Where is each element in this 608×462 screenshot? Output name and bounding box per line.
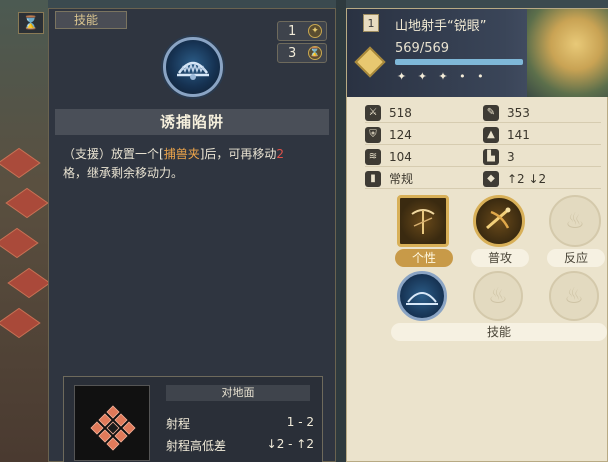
stat-value: 3 [507, 149, 515, 164]
skill-slot-trap[interactable] [397, 271, 447, 321]
speed-icon: ≋ [365, 148, 381, 165]
reaction-slot-empty[interactable]: ♨ [549, 195, 601, 247]
stat-magic-attack: ✎ 353 [483, 103, 601, 123]
sun-element-icon [354, 46, 386, 78]
normal-attack-slot[interactable] [473, 195, 525, 247]
unit-stats: ⚔ 518 ✎ 353 ⛨ 124 ▲ 141 ≋ 104 ▙ 3 ▮ 常规 ◆ ↑2 ↓2 [365, 103, 601, 191]
stat-value: 518 [389, 105, 412, 120]
turn-hourglass-button[interactable]: ⌛ [18, 12, 44, 34]
stat-magic-defense: ▲ 141 [483, 125, 601, 145]
desc-mid: ]后，可再移动 [199, 147, 277, 161]
map-tile [7, 267, 51, 299]
range-info-box: 对地面 射程 1 - 2 射程高低差 ↓2 - ↑2 [63, 376, 323, 462]
stat-value: 141 [507, 127, 530, 142]
map-tile [0, 307, 41, 339]
range-value: 1 - 2 [286, 415, 314, 429]
unit-name: 山地射手“锐眼” [395, 19, 487, 34]
stat-attack: ⚔ 518 [365, 103, 483, 123]
trait-ability-slot[interactable] [397, 195, 449, 247]
shield-icon: ⛨ [365, 126, 381, 143]
trait-label[interactable]: 个性 [395, 249, 453, 267]
stat-jump: ◆ ↑2 ↓2 [483, 169, 601, 189]
stat-value: 常规 [389, 172, 414, 186]
unit-hp: 569/569 [395, 41, 450, 56]
tab-skill-label: 技能 [74, 13, 99, 27]
empty-slot-icon: ♨ [565, 208, 585, 234]
target-type-header: 对地面 [166, 385, 310, 401]
stat-value: 104 [389, 149, 412, 164]
bear-trap-icon [406, 292, 438, 305]
range-label: 射程 [166, 417, 191, 431]
trap-skill-icon [163, 37, 223, 97]
skill-slot-empty[interactable]: ♨ [473, 271, 523, 321]
action-cost-value: 1 [288, 23, 297, 39]
boot-icon: ▙ [483, 148, 499, 165]
height-diff-label: 射程高低差 [166, 439, 227, 453]
hp-bar [395, 59, 523, 65]
unit-rank-stars: ✦ ✦ ✦ • • [397, 70, 488, 83]
magic-icon: ✎ [483, 104, 499, 121]
battlefield-background [0, 0, 51, 462]
stat-value: ↑2 ↓2 [507, 171, 547, 186]
crossbow-trait-icon [411, 209, 435, 234]
stat-move: ▙ 3 [483, 147, 601, 167]
range-grid-preview [74, 385, 150, 461]
unit-detail-panel: 1 山地射手“锐眼” 569/569 ✦ ✦ ✦ • • ⚔ 518 ✎ 353 ⛨… [346, 8, 608, 462]
hourglass-icon: ⌛ [22, 15, 40, 31]
unit-level-badge: 1 [363, 14, 379, 32]
map-tile [0, 227, 39, 259]
tab-skill[interactable]: 技能 [55, 11, 127, 29]
stat-speed: ≋ 104 [365, 147, 483, 167]
map-tile [0, 147, 41, 179]
unit-header: 1 山地射手“锐眼” 569/569 ✦ ✦ ✦ • • [347, 9, 608, 97]
hat-icon: ▲ [483, 126, 499, 143]
crossbow-attack-icon [486, 207, 511, 230]
action-cost-counter: 1 ✦ [277, 21, 327, 41]
skill-description: （支援）放置一个[捕兽夹]后，可再移动2 格，继承剩余移动力。 [63, 145, 329, 183]
stat-value: 353 [507, 105, 530, 120]
skill-title: 诱捕陷阱 [55, 109, 329, 135]
unit-portrait [527, 9, 608, 97]
desc-item-link[interactable]: 捕兽夹 [164, 147, 200, 161]
stat-defense: ⛨ 124 [365, 125, 483, 145]
height-icon: ◆ [483, 170, 499, 187]
range-row: 射程 1 - 2 [166, 415, 314, 432]
skill-detail-panel: 技能 1 ✦ 3 ⌛ 诱捕陷阱 （支援）放置一个[捕兽夹]后，可再移动2 格，继承… [48, 8, 336, 462]
desc-suffix: 格，继承剩余移动力。 [63, 166, 184, 180]
stat-terrain: ▮ 常规 [365, 169, 483, 189]
cooldown-counter: 3 ⌛ [277, 43, 327, 63]
stat-value: 124 [389, 127, 412, 142]
skills-label[interactable]: 技能 [391, 323, 607, 341]
skill-slot-empty[interactable]: ♨ [549, 271, 599, 321]
map-tile [5, 187, 49, 219]
empty-slot-icon: ♨ [564, 283, 584, 309]
height-diff-value: ↓2 - ↑2 [266, 437, 314, 451]
terrain-icon: ▮ [365, 170, 381, 187]
panel-divider [336, 0, 346, 462]
empty-slot-icon: ♨ [488, 283, 508, 309]
desc-move-number: 2 [276, 147, 285, 161]
reaction-label[interactable]: 反应 [547, 249, 605, 267]
cooldown-value: 3 [288, 45, 297, 61]
hourglass-icon: ⌛ [308, 46, 322, 60]
height-diff-row: 射程高低差 ↓2 - ↑2 [166, 437, 314, 454]
desc-prefix: （支援）放置一个[ [63, 147, 164, 161]
attack-label[interactable]: 普攻 [471, 249, 529, 267]
bear-trap-icon [177, 61, 209, 80]
plus-icon: ✦ [308, 24, 322, 38]
sword-icon: ⚔ [365, 104, 381, 121]
